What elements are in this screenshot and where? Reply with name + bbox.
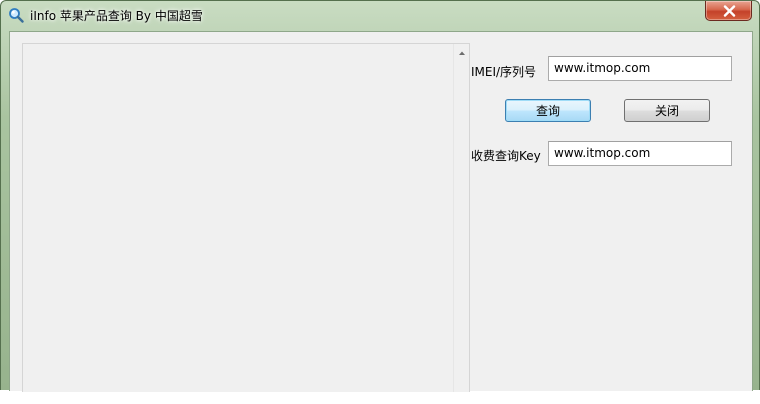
key-label: 收费查询Key [471, 149, 541, 163]
close-window-button[interactable] [705, 1, 752, 21]
title-bar[interactable]: iInfo 苹果产品查询 By 中国超雪 [1, 1, 759, 31]
key-input[interactable]: www.itmop.com [548, 141, 732, 166]
magnifier-icon [8, 7, 24, 23]
imei-label: IMEI/序列号 [471, 65, 537, 79]
client-area: IMEI/序列号 www.itmop.com 查询 关闭 收费查询Key www… [9, 31, 753, 392]
app-window: iInfo 苹果产品查询 By 中国超雪 IMEI/序列号 www.itmop.… [0, 0, 760, 392]
close-button[interactable]: 关闭 [624, 99, 710, 122]
window-title: iInfo 苹果产品查询 By 中国超雪 [30, 9, 203, 23]
close-icon [723, 5, 736, 17]
scroll-up-button[interactable] [454, 44, 470, 61]
result-output-area[interactable] [22, 43, 470, 392]
vertical-scrollbar[interactable] [453, 44, 469, 392]
chevron-up-icon [459, 51, 465, 55]
query-button[interactable]: 查询 [505, 99, 591, 122]
imei-input[interactable]: www.itmop.com [548, 56, 732, 81]
